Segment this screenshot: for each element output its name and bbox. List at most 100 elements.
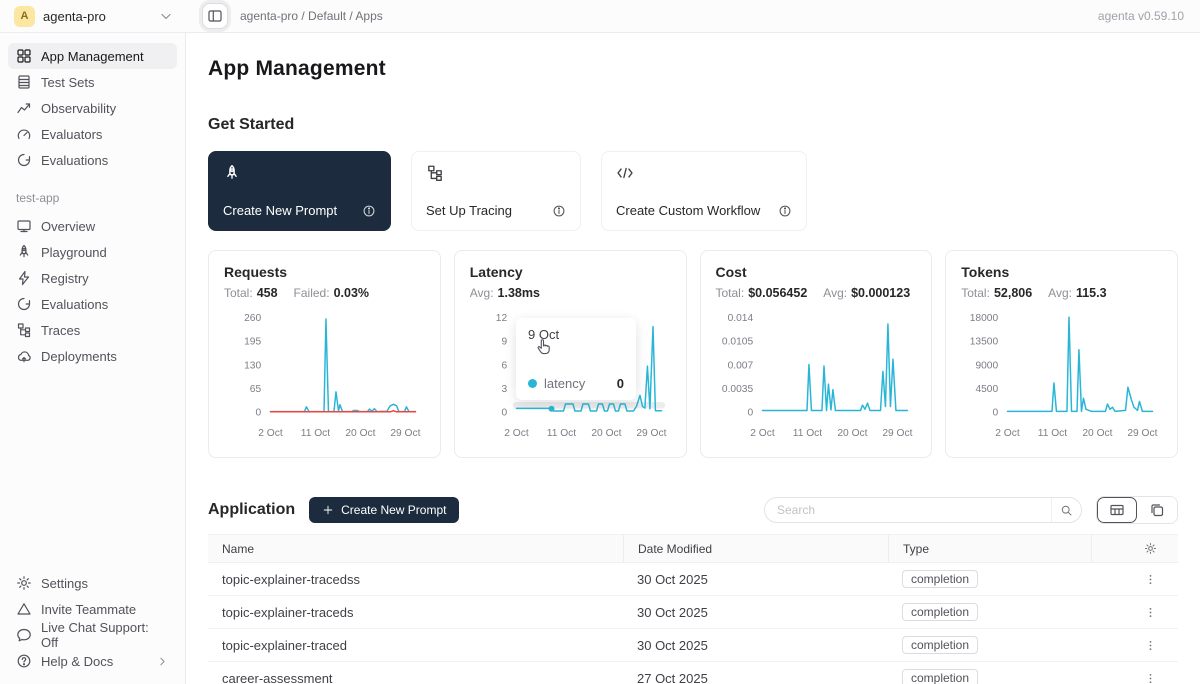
sidebar-item-traces[interactable]: Traces [8,317,177,343]
info-icon[interactable] [778,204,792,218]
sidebar-item-label: Help & Docs [41,654,113,669]
get-started-card-create-new-prompt[interactable]: Create New Prompt [208,151,391,231]
card-view-button[interactable] [1137,497,1177,523]
sidebar-item-label: Traces [41,323,80,338]
chat-icon [16,627,32,643]
chart-area: 2601951306502 Oct11 Oct20 Oct29 Oct [224,306,425,442]
chart-stat: Total:$0.056452 [716,285,808,300]
table-settings-button[interactable] [1140,539,1160,559]
sidebar-item-label: Playground [41,245,107,260]
actions-cell [1091,668,1178,684]
sidebar-item-label: Live Chat Support: Off [41,620,169,650]
sidebar-item-registry[interactable]: Registry [8,265,177,291]
search-icon[interactable] [1051,498,1081,522]
charts-row: RequestsTotal:458Failed:0.03%26019513065… [208,250,1178,458]
panel-left-icon [207,8,223,24]
sidebar-item-evaluators[interactable]: Evaluators [8,121,177,147]
card-label-row: Set Up Tracing [426,203,566,218]
sidebar-item-app-management[interactable]: App Management [8,43,177,69]
info-icon[interactable] [362,204,376,218]
svg-text:20 Oct: 20 Oct [837,428,867,439]
chart-stat: Failed:0.03% [294,285,369,300]
code-icon [616,164,634,182]
sidebar-item-invite-teammate[interactable]: Invite Teammate [8,596,177,622]
get-started-card-set-up-tracing[interactable]: Set Up Tracing [411,151,581,231]
card-label-row: Create Custom Workflow [616,203,792,218]
chevron-right-icon [156,655,169,668]
sidebar-item-label: Settings [41,576,88,591]
chart-line-icon [16,100,32,116]
table-header: NameDate ModifiedType [208,535,1178,563]
info-icon[interactable] [552,204,566,218]
sidebar-item-live-chat-support-off[interactable]: Live Chat Support: Off [8,622,177,648]
table-view-button[interactable] [1097,497,1137,523]
svg-text:11 Oct: 11 Oct [301,428,331,439]
sidebar-project-group: Overview Playground Registry Evaluations Tra… [8,213,177,369]
svg-text:0.0105: 0.0105 [721,337,753,348]
sidebar-item-evaluations[interactable]: Evaluations [8,291,177,317]
get-started-card-create-custom-workflow[interactable]: Create Custom Workflow [601,151,807,231]
sidebar-item-playground[interactable]: Playground [8,239,177,265]
view-toggle [1096,496,1178,524]
tooltip-value: 0 [617,376,624,391]
column-header-name[interactable]: Name [208,542,623,556]
svg-text:18000: 18000 [970,313,999,324]
row-menu-button[interactable] [1140,668,1160,684]
svg-text:2 Oct: 2 Oct [996,428,1021,439]
chart-stats: Total:$0.056452 Avg:$0.000123 [716,285,917,300]
table-list-icon [16,74,32,90]
card-label: Set Up Tracing [426,203,512,218]
sidebar-item-overview[interactable]: Overview [8,213,177,239]
sidebar-toggle-button[interactable] [202,3,228,29]
svg-text:195: 195 [244,337,261,348]
plus-icon [322,504,334,516]
table-row-topic-explainer-traceds[interactable]: topic-explainer-traceds30 Oct 2025comple… [208,596,1178,629]
svg-text:0: 0 [501,408,507,419]
sidebar-item-settings[interactable]: Settings [8,570,177,596]
top-header: A agenta-pro agenta-pro / Default / Apps… [0,0,1200,33]
svg-text:29 Oct: 29 Oct [390,428,420,439]
sidebar-item-label: Evaluations [41,297,108,312]
card-view-icon [1149,502,1165,518]
sidebar-item-help-docs[interactable]: Help & Docs [8,648,177,674]
sidebar-item-test-sets[interactable]: Test Sets [8,69,177,95]
dots-vertical-icon [1144,606,1157,619]
actions-cell [1091,602,1178,622]
row-menu-button[interactable] [1140,569,1160,589]
sidebar-item-evaluations[interactable]: Evaluations [8,147,177,173]
table-row-career-assessment[interactable]: career-assessment27 Oct 2025completion [208,662,1178,684]
chart-stats: Total:52,806Avg:115.3 [961,285,1162,300]
chart-card-requests: RequestsTotal:458Failed:0.03%26019513065… [208,250,441,458]
chart-area: 18000135009000450002 Oct11 Oct20 Oct29 O… [961,306,1162,442]
row-menu-button[interactable] [1140,635,1160,655]
create-new-prompt-button[interactable]: Create New Prompt [309,497,459,523]
sidebar-item-observability[interactable]: Observability [8,95,177,121]
chart-stat: Avg:115.3 [1048,285,1106,300]
rocket-icon [16,244,32,260]
create-new-prompt-label: Create New Prompt [341,503,446,517]
sidebar-item-deployments[interactable]: Deployments [8,343,177,369]
sidebar-item-label: Deployments [41,349,117,364]
table-row-topic-explainer-tracedss[interactable]: topic-explainer-tracedss30 Oct 2025compl… [208,563,1178,596]
search-input[interactable] [765,503,1051,517]
sidebar-main-group: App ManagementTest SetsObservabilityEval… [8,43,177,173]
app-name-cell: career-assessment [208,671,623,684]
type-cell: completion [888,603,1091,621]
row-menu-button[interactable] [1140,602,1160,622]
column-header-date-modified[interactable]: Date Modified [623,535,888,562]
workspace-selector[interactable]: A agenta-pro [14,6,174,27]
svg-text:0: 0 [747,408,753,419]
app-version: agenta v0.59.10 [1098,9,1184,23]
svg-text:0.0035: 0.0035 [721,384,753,395]
type-badge: completion [902,570,978,588]
table-row-topic-explainer-traced[interactable]: topic-explainer-traced30 Oct 2025complet… [208,629,1178,662]
tooltip-series-name: latency [544,376,585,391]
breadcrumb[interactable]: agenta-pro / Default / Apps [240,9,383,23]
svg-text:2 Oct: 2 Oct [504,428,529,439]
chart-stat: Avg:$0.000123 [823,285,910,300]
get-started-cards: Create New Prompt Set Up Tracing Create … [208,151,1178,231]
get-started-title: Get Started [208,116,1178,134]
date-modified-cell: 30 Oct 2025 [623,638,888,653]
column-header-type[interactable]: Type [888,535,1091,562]
svg-text:13500: 13500 [970,337,999,348]
